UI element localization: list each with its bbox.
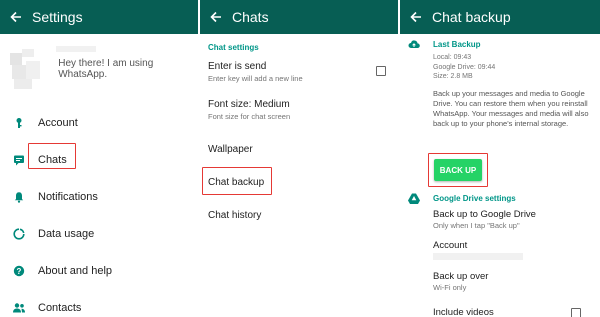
settings-appbar: Settings (0, 0, 198, 34)
svg-text:?: ? (17, 267, 22, 276)
include-videos-title: Include videos (433, 307, 494, 317)
wallpaper-label: Wallpaper (208, 143, 253, 155)
account-title: Account (433, 240, 468, 251)
enter-is-send-subtitle: Enter key will add a new line (208, 74, 303, 83)
chat-history-row[interactable]: Chat history (200, 201, 398, 229)
backup-size: Size: 2.8 MB (433, 73, 473, 80)
font-size-row[interactable]: Font size: Medium Font size for chat scr… (200, 99, 398, 131)
enter-is-send-row[interactable]: Enter is send Enter key will add a new l… (200, 61, 398, 93)
backup-description: Back up your messages and media to Googl… (433, 88, 589, 128)
backup-to-drive-row[interactable]: Back up to Google Drive Only when I tap … (433, 209, 536, 230)
backup-to-drive-subtitle: Only when I tap "Back up" (433, 221, 520, 230)
account-row[interactable]: Account (433, 240, 593, 264)
back-arrow-icon[interactable] (400, 11, 432, 23)
menu-item-chats[interactable]: Chats (0, 141, 198, 178)
bell-icon (0, 191, 38, 203)
google-drive-icon (400, 193, 428, 204)
profile-status: Hey there! I am using WhatsApp. (58, 58, 154, 80)
last-backup-section: Last Backup (400, 38, 600, 50)
back-arrow-icon[interactable] (0, 11, 32, 23)
menu-label-contacts: Contacts (38, 301, 82, 314)
menu-label-notifications: Notifications (38, 190, 98, 203)
backup-appbar: Chat backup (400, 0, 600, 34)
last-backup-details: Local: 09:43 Google Drive: 09:44 Size: 2… (400, 53, 600, 82)
include-videos-checkbox[interactable] (571, 308, 581, 317)
drive-settings-section: Google Drive settings (400, 192, 516, 204)
back-up-highlight-box (428, 153, 488, 187)
backup-over-title: Back up over (433, 271, 489, 282)
profile-row[interactable]: Hey there! I am using WhatsApp. (0, 34, 198, 104)
font-size-subtitle: Font size for chat screen (208, 112, 291, 121)
drive-settings-heading: Google Drive settings (433, 193, 516, 203)
contacts-icon (0, 302, 38, 314)
drive-backup-time: Google Drive: 09:44 (433, 63, 496, 71)
settings-title: Settings (32, 9, 83, 25)
settings-panel: Settings Hey there! I am using WhatsApp.… (0, 0, 198, 317)
chats-title: Chats (232, 9, 269, 25)
redacted-name (56, 46, 97, 52)
last-backup-heading: Last Backup (433, 39, 481, 49)
menu-label-about-help: About and help (38, 264, 113, 277)
avatar (8, 49, 46, 89)
backup-over-subtitle: Wi-Fi only (433, 283, 467, 292)
font-size-title: Font size: Medium (208, 99, 290, 110)
wallpaper-row[interactable]: Wallpaper (200, 135, 398, 163)
menu-item-contacts[interactable]: Contacts (0, 289, 198, 317)
chats-appbar: Chats (200, 0, 398, 34)
menu-item-data-usage[interactable]: Data usage (0, 215, 198, 252)
enter-is-send-title: Enter is send (208, 61, 267, 72)
menu-item-account[interactable]: Account (0, 104, 198, 141)
local-backup-time: Local: 09:43 (433, 54, 472, 61)
enter-is-send-checkbox[interactable] (376, 66, 386, 76)
chats-highlight-box (28, 143, 76, 169)
key-icon (0, 117, 38, 129)
menu-label-account: Account (38, 116, 78, 129)
chat-history-label: Chat history (208, 209, 262, 221)
menu-item-notifications[interactable]: Notifications (0, 178, 198, 215)
help-icon: ? (0, 265, 38, 277)
backup-to-drive-title: Back up to Google Drive (433, 209, 536, 220)
backup-over-row[interactable]: Back up over Wi-Fi only (433, 271, 488, 292)
back-arrow-icon[interactable] (200, 11, 232, 23)
chat-backup-highlight-box (202, 167, 272, 195)
include-videos-row[interactable]: Include videos (433, 307, 593, 317)
menu-label-data-usage: Data usage (38, 227, 95, 240)
chats-panel: Chats Chat settings Enter is send Enter … (200, 0, 398, 317)
menu-item-about-help[interactable]: ? About and help (0, 252, 198, 289)
data-usage-icon (0, 227, 38, 240)
chat-settings-heading: Chat settings (208, 43, 259, 52)
chat-backup-row[interactable]: Chat backup (200, 167, 398, 197)
redacted-account (433, 253, 523, 260)
cloud-upload-icon (400, 39, 428, 49)
backup-title: Chat backup (432, 9, 511, 25)
